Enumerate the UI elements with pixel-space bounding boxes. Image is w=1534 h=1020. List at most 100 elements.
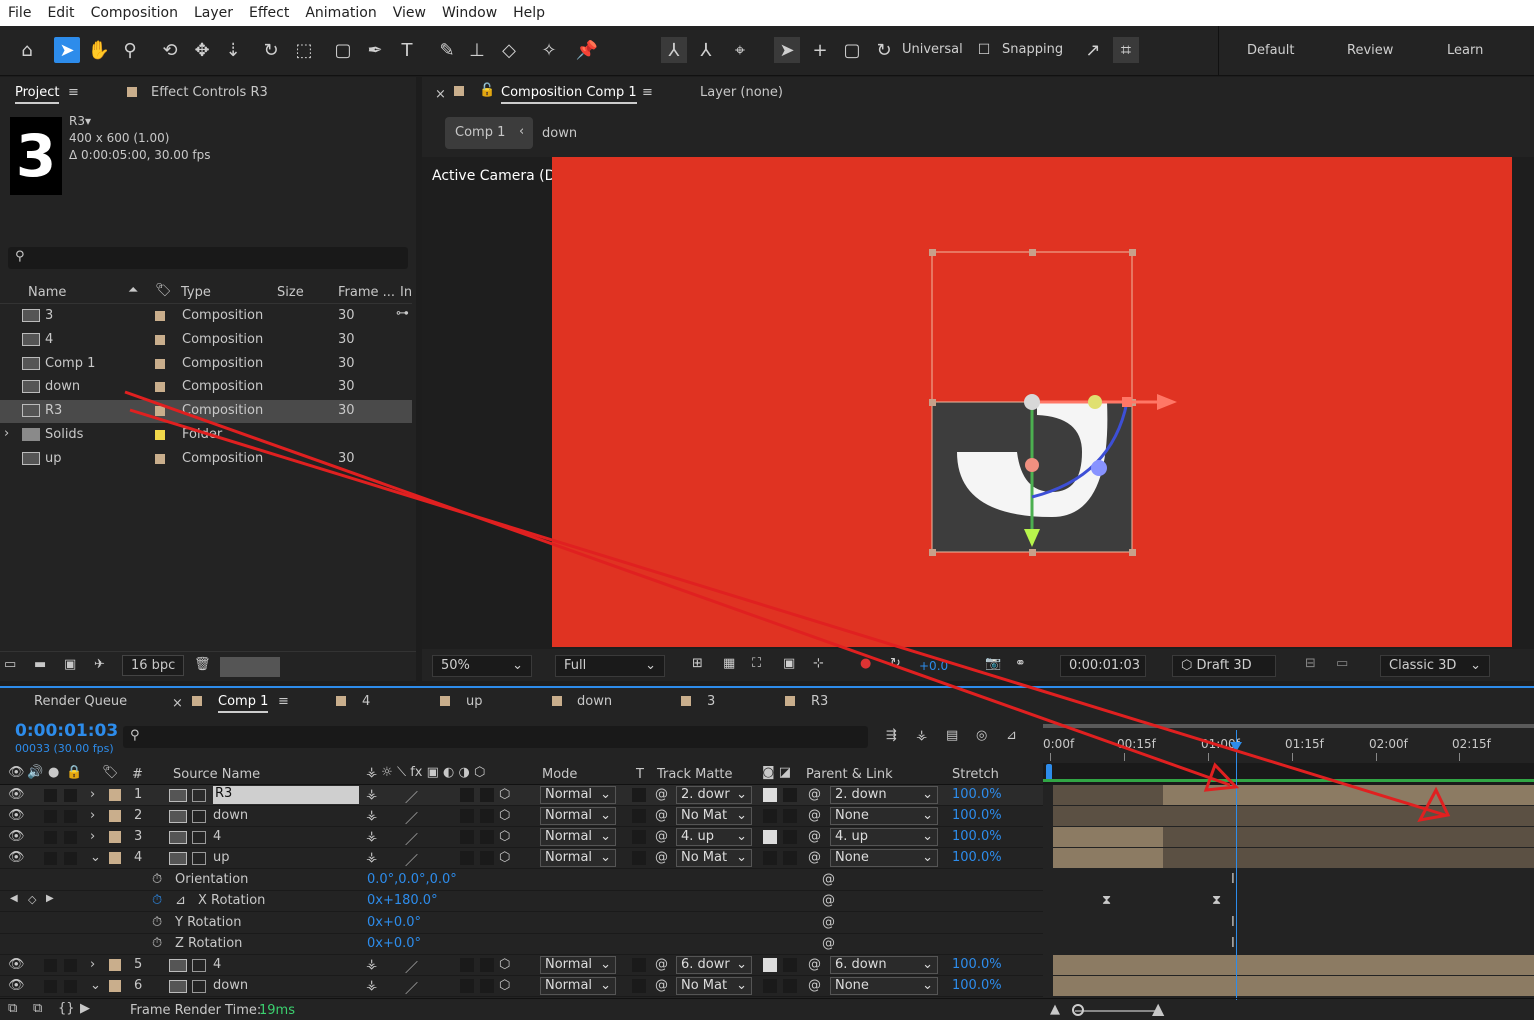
col-mode[interactable]: Mode <box>542 767 577 782</box>
chevron-down-icon[interactable]: ⌄ <box>90 978 101 993</box>
tab-up[interactable]: up <box>466 694 483 709</box>
3d-ground-plane-icon[interactable]: ⊟ <box>1305 656 1316 671</box>
pickwhip-icon[interactable]: @ <box>655 957 668 972</box>
tab-effect-controls[interactable]: Effect Controls R3 <box>151 85 268 100</box>
workspace-default[interactable]: Default <box>1247 43 1295 58</box>
motion-blur-box[interactable] <box>460 958 474 972</box>
rectangle-tool-icon[interactable]: ▢ <box>330 37 356 63</box>
label-swatch[interactable] <box>155 358 165 369</box>
motion-blur-box[interactable] <box>460 809 474 823</box>
3d-switch-icon[interactable]: ⬡ <box>499 829 510 844</box>
solo-box[interactable] <box>44 852 57 865</box>
layer-duration-bar[interactable] <box>1053 806 1534 826</box>
blend-mode-dropdown[interactable]: Normal ⌄ <box>540 956 616 974</box>
audio-switch-icon[interactable]: 🔊 <box>27 765 43 780</box>
draft-3d-button[interactable]: ⬡ Draft 3D <box>1172 655 1276 677</box>
layer-label-swatch[interactable] <box>109 959 121 971</box>
stretch-value[interactable]: 100.0% <box>952 957 1002 972</box>
menu-file[interactable]: File <box>0 5 39 21</box>
workspace-review[interactable]: Review <box>1347 43 1393 58</box>
parent-dropdown[interactable]: 2. down ⌄ <box>830 786 938 804</box>
pickwhip-icon[interactable]: @ <box>655 787 668 802</box>
snapping-checkbox-icon[interactable]: ☐ <box>971 37 997 63</box>
label-column-icon[interactable]: 🏷 <box>102 765 119 780</box>
current-value-marker-icon[interactable]: I <box>1231 936 1235 951</box>
col-type[interactable]: Type <box>181 285 211 300</box>
selected-item-name[interactable]: R3▾ <box>69 114 91 128</box>
lock-icon[interactable]: 🔓 <box>479 83 495 98</box>
breadcrumb-comp-1[interactable]: Comp 1 ‹ <box>445 117 533 149</box>
layer-row[interactable]: 👁 › 3 4 ⚶ ／ ⬡ Normal ⌄ @4. up ⌄ @4. up ⌄ 100.0% <box>0 827 1043 848</box>
property-value[interactable]: 0x+180.0° <box>367 893 438 908</box>
stopwatch-icon[interactable]: ⏱ <box>152 893 162 908</box>
matte-invert-toggle[interactable] <box>783 788 797 802</box>
tab-down[interactable]: down <box>577 694 612 709</box>
layer-duration-bar-active[interactable] <box>1053 827 1163 847</box>
graph-icon[interactable]: ⊿ <box>175 893 186 908</box>
track-matte-dropdown[interactable]: 2. dowr ⌄ <box>676 786 752 804</box>
scale-3d-icon[interactable]: ▢ <box>839 37 865 63</box>
layer-row[interactable]: 👁 ⌄ 6 down ⚶ ／ ⬡ Normal ⌄ @ No Mat ⌄ @ None ⌄ 100.0% <box>0 976 1043 997</box>
layer-duration-bar[interactable] <box>1053 976 1534 996</box>
layer-row[interactable]: 👁 › 5 4 ⚶ ／ ⬡ Normal ⌄ @6. dowr ⌄ @6. down ⌄ 100.0% <box>0 955 1043 976</box>
roto-brush-icon[interactable]: ✧ <box>536 37 562 63</box>
snap-option-icon[interactable]: ↗ <box>1080 37 1106 63</box>
parent-pickwhip-icon[interactable]: @ <box>808 957 821 972</box>
track-matte-dropdown[interactable]: 6. dowr ⌄ <box>676 956 752 974</box>
grid-guides-icon[interactable]: ⊹ <box>813 656 824 671</box>
breadcrumb-down[interactable]: down <box>542 126 577 141</box>
layer-row[interactable]: 👁 ⌄ 4 up ⚶ ／ ⬡ Normal ⌄ @ No Mat ⌄ @ None ⌄ 100.0% <box>0 848 1043 869</box>
parent-pickwhip-icon[interactable]: @ <box>808 850 821 865</box>
prev-keyframe-icon[interactable]: ◀ <box>10 893 18 904</box>
solo-icon[interactable]: ● <box>48 765 59 780</box>
tab-render-queue[interactable]: Render Queue <box>34 694 127 709</box>
zoom-slider-knob[interactable] <box>1072 1004 1084 1016</box>
fast-preview-icon[interactable]: ⊞ <box>692 656 703 671</box>
move-3d-icon[interactable]: + <box>807 37 833 63</box>
blend-mode-dropdown[interactable]: Normal ⌄ <box>540 786 616 804</box>
lock-box[interactable] <box>64 831 77 844</box>
matte-invert-toggle[interactable] <box>783 979 797 993</box>
project-item[interactable]: › Solids Folder <box>0 424 412 447</box>
layer-label-swatch[interactable] <box>109 980 121 992</box>
stretch-value[interactable]: 100.0% <box>952 787 1002 802</box>
menu-help[interactable]: Help <box>505 5 553 21</box>
lock-box[interactable] <box>64 959 77 972</box>
property-value[interactable]: 0x+0.0° <box>367 936 421 951</box>
renderer-dropdown[interactable]: Classic 3D ⌄ <box>1380 655 1490 677</box>
expand-chevron-icon[interactable]: › <box>4 426 9 441</box>
menu-view[interactable]: View <box>385 5 434 21</box>
col-stretch[interactable]: Stretch <box>952 767 999 782</box>
layer-source-name[interactable]: down <box>213 978 248 993</box>
playhead-handle[interactable] <box>1230 742 1242 752</box>
chevron-right-icon[interactable]: › <box>90 829 95 844</box>
adjust-settings-icon[interactable]: ✈ <box>94 657 105 672</box>
property-row[interactable]: ⏱ Y Rotation 0x+0.0° @ <box>0 913 1043 934</box>
expression-pickwhip-icon[interactable]: @ <box>822 872 835 887</box>
dolly-camera-icon[interactable]: ⇣ <box>220 37 246 63</box>
current-value-marker-icon[interactable]: I <box>1231 872 1235 887</box>
home-icon[interactable]: ⌂ <box>14 37 40 63</box>
adjustment-box[interactable] <box>480 958 494 972</box>
tab-3[interactable]: 3 <box>707 694 715 709</box>
adjustment-box[interactable] <box>480 809 494 823</box>
current-value-marker-icon[interactable]: I <box>1231 915 1235 930</box>
col-in[interactable]: In <box>400 285 412 300</box>
preserve-transparency-box[interactable] <box>632 979 646 993</box>
brush-tool-icon[interactable]: ✎ <box>434 37 460 63</box>
eye-icon[interactable]: 👁 <box>8 808 25 823</box>
motion-blur-box[interactable] <box>460 979 474 993</box>
quality-switch-icon[interactable]: ／ <box>405 829 418 848</box>
layer-label-swatch[interactable] <box>109 852 121 864</box>
zoom-slider[interactable] <box>1075 1010 1155 1012</box>
label-swatch[interactable] <box>155 311 165 321</box>
layer-switches-toggle-icon[interactable]: ⧉ <box>8 1001 17 1016</box>
motion-blur-box[interactable] <box>460 830 474 844</box>
shy-switch-icon[interactable]: ⚶ <box>366 787 377 802</box>
layer-duration-bar[interactable] <box>1053 955 1534 975</box>
preserve-transparency-box[interactable] <box>632 809 646 823</box>
col-frame[interactable]: Frame ... <box>338 285 395 300</box>
adjustment-box[interactable] <box>480 830 494 844</box>
project-item[interactable]: up Composition 30 <box>0 448 412 471</box>
add-keyframe-icon[interactable]: ◇ <box>28 893 36 906</box>
